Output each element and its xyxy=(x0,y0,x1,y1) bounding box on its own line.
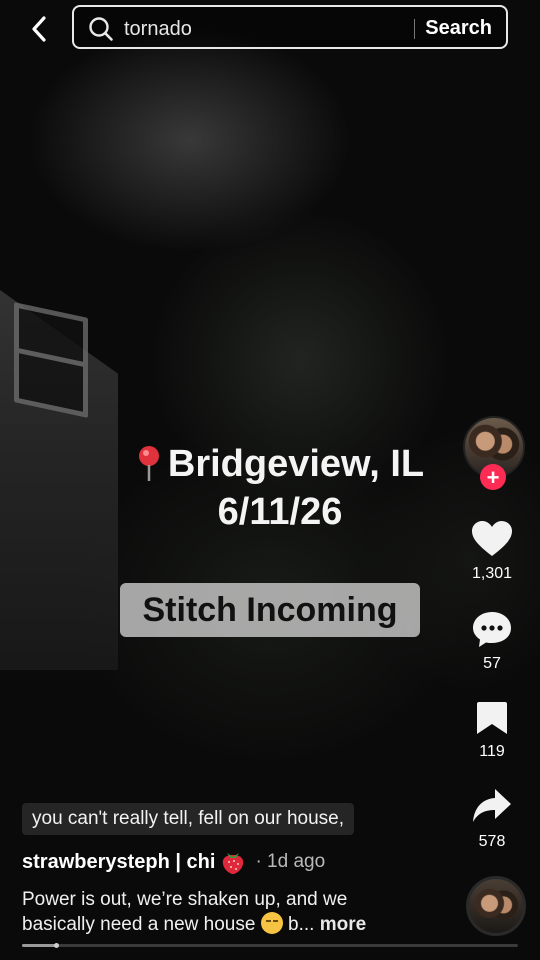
pensive-face-emoji xyxy=(260,912,283,934)
chevron-left-icon xyxy=(32,16,46,42)
save-action[interactable]: 119 xyxy=(462,700,522,761)
search-icon xyxy=(89,17,113,41)
progress-knob[interactable] xyxy=(54,943,59,948)
video-progress-bar[interactable] xyxy=(22,943,518,948)
follow-button[interactable]: + xyxy=(480,464,506,490)
caption-line-1: Power is out, we’re shaken up, and we xyxy=(22,889,348,910)
music-disc[interactable] xyxy=(466,876,526,936)
caption-line-2: basically need a new house xyxy=(22,914,256,935)
date-text: 6/11/26 xyxy=(217,491,343,533)
location-text: Bridgeview, IL xyxy=(167,443,425,485)
comment-bubble-icon[interactable] xyxy=(471,610,513,648)
share-arrow-icon[interactable] xyxy=(471,786,513,826)
comment-count: 57 xyxy=(483,655,501,672)
back-button[interactable] xyxy=(22,12,56,46)
location-pin-icon xyxy=(138,446,159,481)
search-input[interactable]: tornado xyxy=(124,18,192,41)
author-row: strawberysteph | chi · 1d ago xyxy=(22,849,325,875)
strawberry-emoji xyxy=(223,853,244,874)
stitch-label: Stitch Incoming xyxy=(120,583,420,637)
search-button[interactable]: Search xyxy=(425,17,492,40)
author-name[interactable]: strawberysteph | chi xyxy=(22,851,215,874)
subtitle-caption: you can't really tell, fell on our house… xyxy=(22,803,355,835)
heart-icon[interactable] xyxy=(471,520,513,558)
house-window xyxy=(14,302,88,418)
share-action[interactable]: 578 xyxy=(462,786,522,851)
bookmark-icon[interactable] xyxy=(475,700,509,736)
post-timestamp: · 1d ago xyxy=(255,851,326,872)
save-count: 119 xyxy=(479,743,505,760)
caption-truncated: b... xyxy=(282,914,315,935)
like-action[interactable]: 1,301 xyxy=(462,520,522,583)
more-link[interactable]: more xyxy=(320,914,366,935)
search-bar[interactable]: tornado Search xyxy=(72,5,508,49)
search-divider xyxy=(414,19,415,39)
like-count: 1,301 xyxy=(471,565,513,582)
progress-fill xyxy=(22,944,57,947)
post-caption[interactable]: Power is out, we’re shaken up, and we ba… xyxy=(22,888,422,937)
location-overlay: Bridgeview, IL 6/11/26 xyxy=(120,440,440,536)
comment-action[interactable]: 57 xyxy=(462,610,522,673)
share-count: 578 xyxy=(478,833,506,850)
